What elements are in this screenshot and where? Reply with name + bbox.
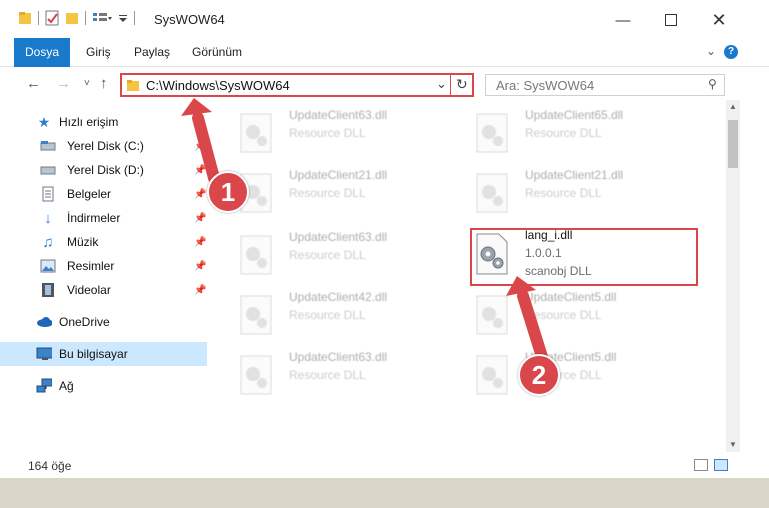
callout-step-1: 1 [207,171,249,213]
status-bar: 164 öğe [0,455,769,477]
callout-step-2: 2 [518,354,560,396]
arrow-1-shaft [192,112,220,184]
background-strip [0,478,769,508]
tiles-view-icon[interactable] [714,459,728,471]
annotation-arrows [181,98,549,366]
arrow-2-shaft [517,290,549,366]
item-count: 164 öğe [28,459,72,473]
arrow-1-head [181,98,212,116]
arrow-2-head [506,276,536,296]
view-toggle [694,459,728,471]
details-view-icon[interactable] [694,459,708,471]
